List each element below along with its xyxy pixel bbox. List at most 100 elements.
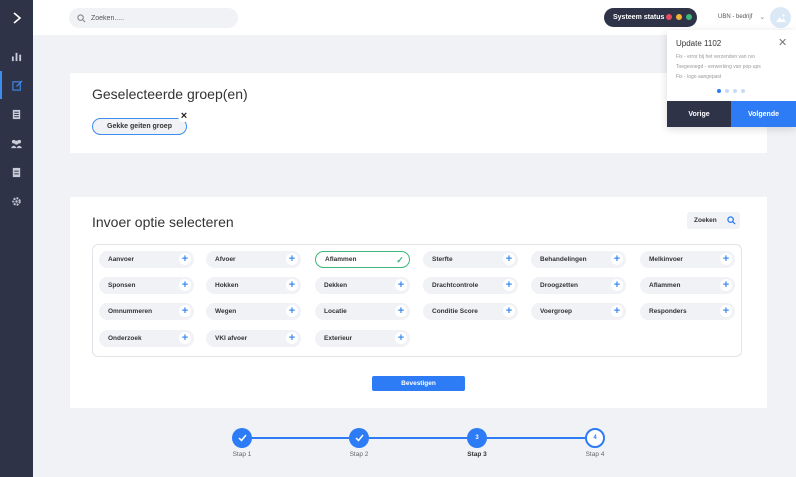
image-icon [775,13,786,22]
option-chip[interactable]: Drachtcontrole + [423,277,518,294]
option-label: Sponsen [108,282,136,289]
stepper-line [242,437,595,439]
plus-icon[interactable]: + [611,305,623,317]
plus-icon[interactable]: + [503,253,515,265]
status-dot-yellow [676,14,682,20]
option-chip[interactable]: Onderzoek + [99,330,194,347]
sidebar-item-list[interactable] [0,158,33,186]
plus-icon[interactable]: + [286,332,298,344]
notification-title: Update 1102 [676,39,722,48]
input-options-title: Invoer optie selecteren [92,214,234,230]
close-icon[interactable]: ✕ [778,36,787,49]
option-chip[interactable]: Aanvoer + [99,251,194,268]
carousel-dot[interactable] [733,89,737,93]
option-chip[interactable]: Exterieur + [315,330,410,347]
notification-line: Fix - logo aangepast [676,74,722,80]
carousel-dot[interactable] [725,89,729,93]
option-chip[interactable]: Melkinvoer + [640,251,735,268]
sidebar [0,0,33,477]
step-4[interactable]: 4 [585,428,605,448]
search-icon [77,13,86,22]
option-chip[interactable]: Responders + [640,303,735,320]
update-notification: Update 1102 ✕ Fix - error bij het verzen… [667,30,796,127]
status-dot-green [686,14,692,20]
search-box[interactable] [69,8,238,28]
plus-icon[interactable]: + [179,253,191,265]
step-2-check-icon[interactable] [349,428,369,448]
option-label: Omnummeren [108,308,153,315]
next-button[interactable]: Volgende [731,101,796,127]
plus-icon[interactable]: + [611,279,623,291]
avatar[interactable] [770,7,791,28]
plus-icon[interactable]: + [286,305,298,317]
option-chip[interactable]: Droogzetten + [531,277,626,294]
system-status[interactable]: Systeem status [604,8,697,27]
option-label: Locatie [324,308,347,315]
selected-groups-card: Geselecteerde groep(en) Gekke geiten gro… [70,73,767,153]
sidebar-item-edit[interactable] [0,71,33,99]
sidebar-item-document[interactable] [0,100,33,128]
option-label: Aanvoer [108,256,135,263]
option-chip[interactable]: Aflammen + [640,277,735,294]
system-status-label: Systeem status [613,14,665,21]
plus-icon[interactable]: + [503,279,515,291]
sidebar-item-chart[interactable] [0,42,33,70]
confirm-button[interactable]: Bevestigen [372,376,465,391]
sidebar-toggle-chevron-icon[interactable] [0,0,33,35]
carousel-dots [717,89,745,93]
group-chip[interactable]: Gekke geiten groep [92,118,187,135]
option-label: Aflammen [325,256,357,263]
options-search-button[interactable]: Zoeken [687,212,740,229]
company-selector[interactable]: UBN - bedrijf ⌄ [718,13,765,21]
carousel-dot[interactable] [717,89,721,93]
plus-icon[interactable]: + [395,332,407,344]
plus-icon[interactable]: + [503,305,515,317]
option-label: Sterfte [432,256,453,263]
input-options-card: Invoer optie selecteren Zoeken Aanvoer + A… [70,197,767,408]
option-chip[interactable]: Afvoer + [206,251,301,268]
option-chip[interactable]: Sterfte + [423,251,518,268]
option-label: Wegen [215,308,237,315]
option-chip[interactable]: Wegen + [206,303,301,320]
plus-icon[interactable]: + [720,279,732,291]
list-icon [12,167,21,177]
notification-line: Fix - error bij het verzenden van rvo [676,54,755,60]
plus-icon[interactable]: + [720,305,732,317]
plus-icon[interactable]: + [720,253,732,265]
plus-icon[interactable]: + [286,279,298,291]
option-chip[interactable]: Omnummeren + [99,303,194,320]
plus-icon[interactable]: + [179,305,191,317]
plus-icon[interactable]: + [611,253,623,265]
option-label: Conditie Score [432,308,478,315]
step-3[interactable]: 3 [467,428,487,448]
option-chip[interactable]: Sponsen + [99,277,194,294]
option-chip[interactable]: Behandelingen + [531,251,626,268]
option-label: Droogzetten [540,282,578,289]
step-label-2: Stap 2 [349,451,369,458]
chart-icon [11,52,22,61]
step-1-check-icon[interactable] [232,428,252,448]
check-icon[interactable]: ✓ [394,254,406,266]
close-icon[interactable]: × [178,110,190,122]
sidebar-item-settings[interactable] [0,187,33,215]
chevron-down-icon: ⌄ [759,14,766,21]
option-label: Aflammen [649,282,681,289]
plus-icon[interactable]: + [179,332,191,344]
previous-button[interactable]: Vorige [667,101,731,127]
option-chip[interactable]: Conditie Score + [423,303,518,320]
option-chip[interactable]: Locatie + [315,303,410,320]
edit-icon [12,79,23,91]
carousel-dot[interactable] [741,89,745,93]
option-chip[interactable]: Hokken + [206,277,301,294]
sidebar-item-users[interactable] [0,129,33,157]
search-input[interactable] [91,14,231,22]
option-chip[interactable]: Voergroep + [531,303,626,320]
option-label: Onderzoek [108,335,142,342]
plus-icon[interactable]: + [286,253,298,265]
plus-icon[interactable]: + [179,279,191,291]
option-chip[interactable]: VKI afvoer + [206,330,301,347]
plus-icon[interactable]: + [395,305,407,317]
option-chip[interactable]: Aflammen ✓ [315,251,410,268]
plus-icon[interactable]: + [395,279,407,291]
option-chip[interactable]: Dekken + [315,277,410,294]
